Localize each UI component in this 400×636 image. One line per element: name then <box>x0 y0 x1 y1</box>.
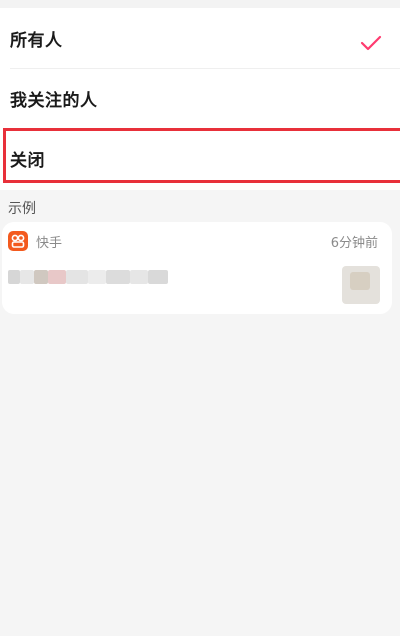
option-following-label: 我关注的人 <box>10 90 98 111</box>
option-off[interactable]: 关闭 <box>0 128 400 188</box>
option-off-label: 关闭 <box>10 150 45 171</box>
blurred-message-content <box>8 266 168 288</box>
blur-segment <box>20 270 34 284</box>
example-section-title: 示例 <box>8 201 36 217</box>
option-everyone-label: 所有人 <box>10 30 63 51</box>
blur-segment <box>66 270 88 284</box>
visibility-options-list: 所有人 我关注的人 关闭 <box>0 0 400 190</box>
option-everyone[interactable]: 所有人 <box>0 8 400 68</box>
blur-segment <box>34 270 48 284</box>
notification-time: 6分钟前 <box>330 236 378 251</box>
blur-segment <box>8 270 20 284</box>
top-divider-strip <box>0 0 400 8</box>
notification-preview-card: 快手 6分钟前 <box>2 222 392 314</box>
notification-settings-page: 所有人 我关注的人 关闭 示例 快手 6分钟前 <box>0 0 400 636</box>
app-name: 快手 <box>36 236 63 251</box>
thumbnail-blur <box>350 272 370 290</box>
check-icon <box>360 35 382 51</box>
preview-thumbnail <box>342 266 380 304</box>
blur-segment <box>106 270 130 284</box>
blur-segment <box>130 270 148 284</box>
blur-segment <box>48 270 66 284</box>
blur-segment <box>148 270 168 284</box>
option-following[interactable]: 我关注的人 <box>0 68 400 128</box>
blur-segment <box>88 270 106 284</box>
kuaishou-logo-icon <box>8 231 28 251</box>
